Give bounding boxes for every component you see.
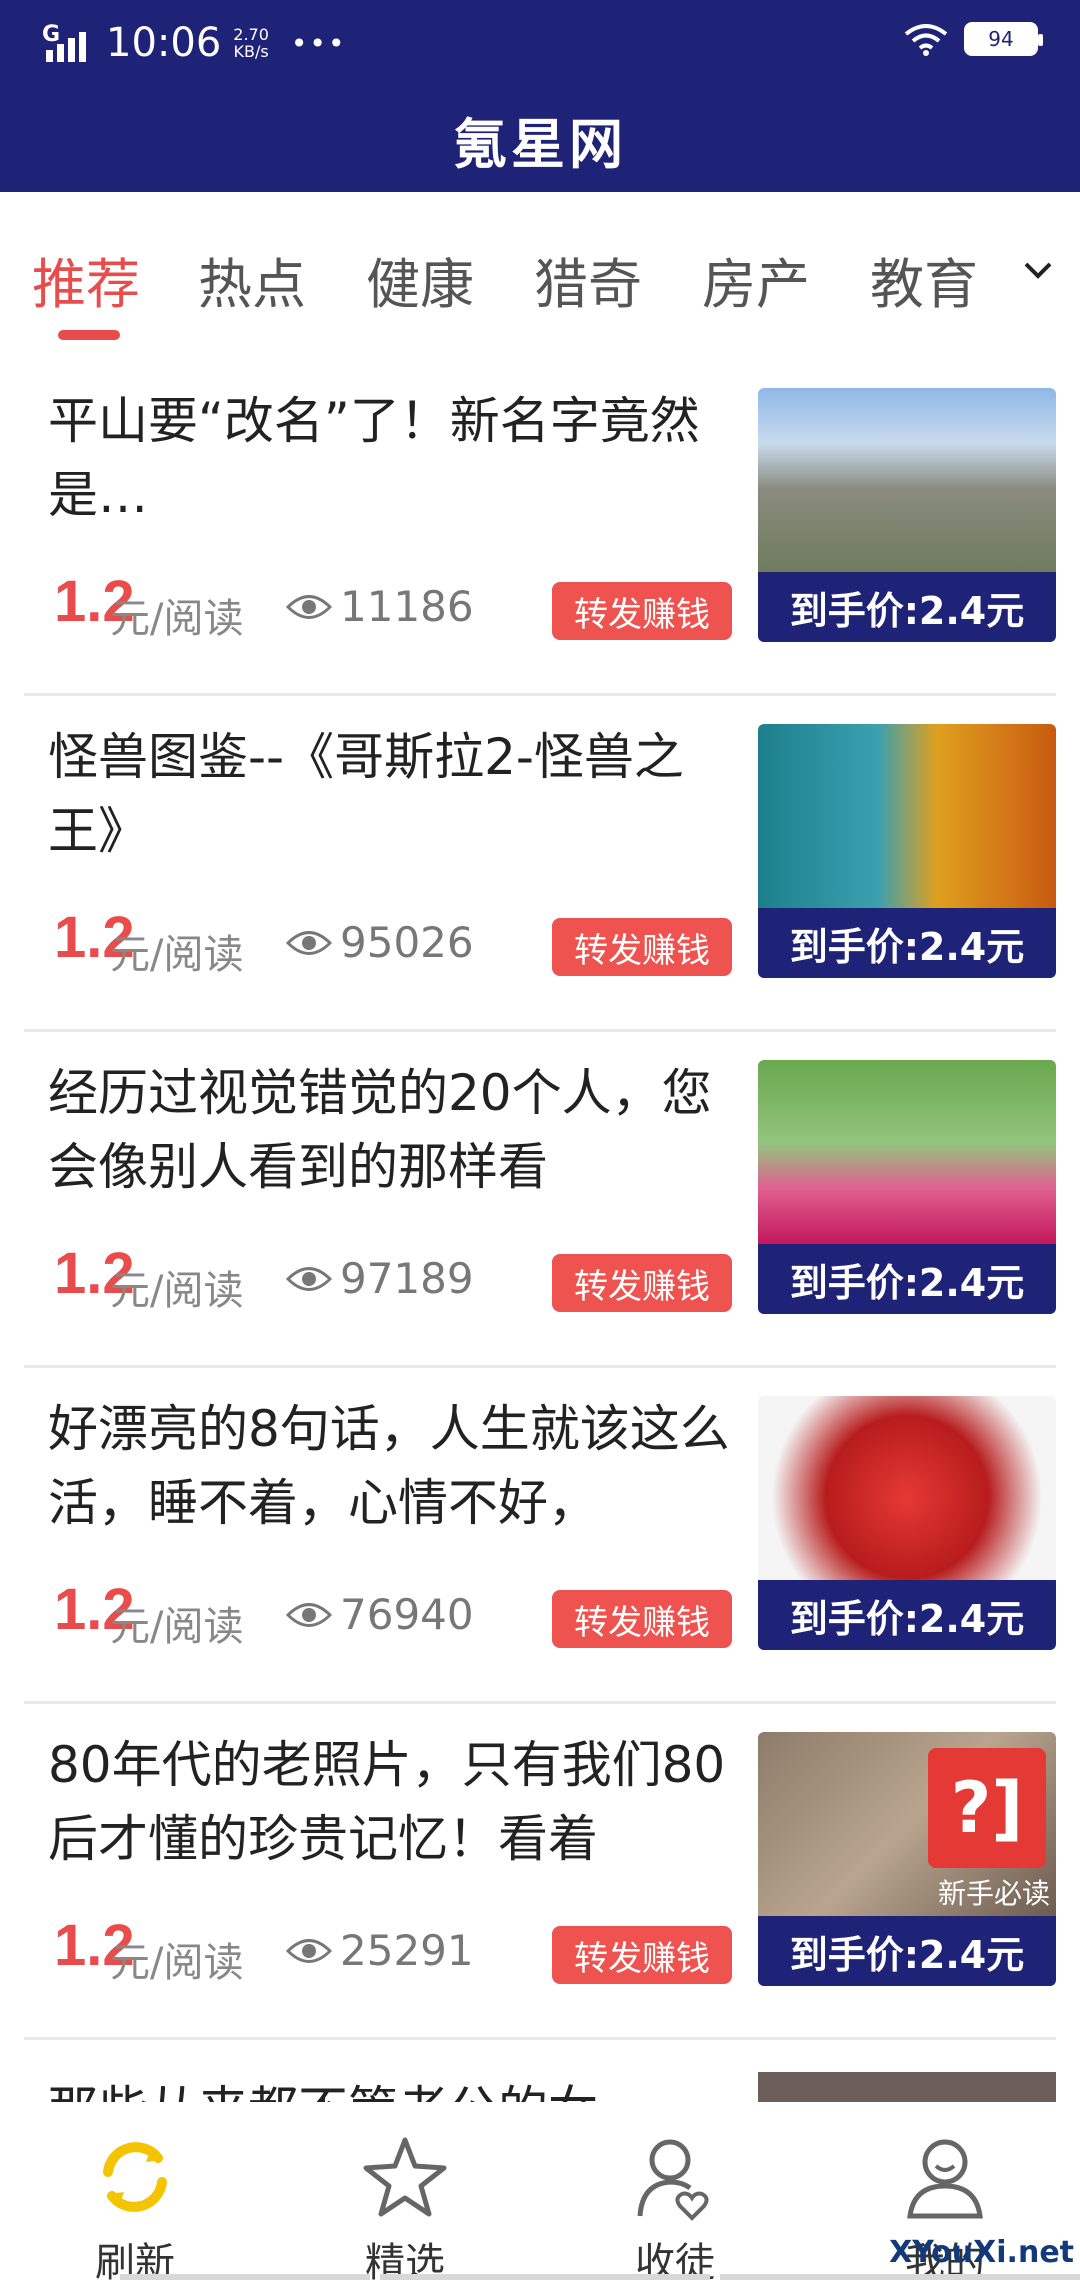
reward-unit: 元/阅读 [110, 1940, 244, 1986]
active-tab-indicator [58, 330, 120, 340]
newbie-guide-badge[interactable]: ?] [928, 1748, 1046, 1868]
nav-refresh[interactable]: 刷新 [0, 2118, 270, 2286]
status-time: 10:06 [106, 20, 222, 66]
refresh-icon [103, 2142, 167, 2212]
eye-icon [286, 1267, 332, 1291]
eye-icon [286, 931, 332, 955]
article-title: 平山要“改名”了！新名字竟然是… [48, 392, 700, 524]
view-count: 25291 [340, 1926, 474, 1975]
view-count: 97189 [340, 1254, 474, 1303]
category-tabs: 推荐 热点 健康 猎奇 房产 教育 [0, 192, 1080, 360]
battery-icon: 94 [964, 22, 1043, 56]
speed-unit: KB/s [233, 42, 269, 61]
battery-level: 94 [988, 27, 1014, 51]
tab-real-estate[interactable]: 房产 [702, 240, 810, 319]
article-title: 怪兽图鉴--《哥斯拉2-怪兽之王》 [48, 728, 684, 860]
reward-unit: 元/阅读 [110, 596, 244, 642]
star-icon [363, 2137, 447, 2217]
more-notifications-icon: ••• [290, 26, 347, 60]
nav-indicator [380, 2274, 710, 2280]
bottom-navigation: 刷新 精选 收徒 我的 XYouXi.net [0, 2112, 1080, 2286]
article-card[interactable]: 经历过视觉错觉的20个人，您会像别人看到的那样看 1.2 元/阅读 97189 … [24, 1032, 1056, 1368]
share-earn-button[interactable]: 转发赚钱 [552, 1590, 732, 1648]
view-count: 95026 [340, 918, 474, 967]
status-bar-right: 94 [904, 22, 1043, 56]
article-card[interactable]: 好漂亮的8句话，人生就该这么活，睡不着，心情不好， 1.2 元/阅读 76940… [24, 1368, 1056, 1704]
newbie-guide-label: 新手必读 [937, 1877, 1050, 1910]
article-thumbnail[interactable]: 到手价:2.4元 [758, 1396, 1056, 1650]
reward-unit: 元/阅读 [110, 1604, 244, 1650]
speed-value: 2.70 [233, 25, 269, 44]
app-header: G 10:06 2.70 KB/s ••• 94 氪星网 [0, 0, 1080, 192]
share-earn-button[interactable]: 转发赚钱 [552, 1926, 732, 1984]
nav-recruit[interactable]: 收徒 [540, 2118, 810, 2286]
view-count: 11186 [340, 582, 474, 631]
thumbnail-image [758, 388, 1056, 572]
eye-icon [286, 1603, 332, 1627]
status-bar-left: G 10:06 2.70 KB/s ••• [42, 20, 346, 66]
thumbnail-image [758, 724, 1056, 908]
share-earn-button[interactable]: 转发赚钱 [552, 1254, 732, 1312]
share-earn-button[interactable]: 转发赚钱 [552, 918, 732, 976]
article-title: 80年代的老照片，只有我们80后才懂的珍贵记忆！看着 [48, 1736, 726, 1868]
nav-featured[interactable]: 精选 [270, 2118, 540, 2286]
article-thumbnail[interactable]: 到手价:2.4元 [758, 388, 1056, 642]
chevron-down-icon[interactable] [1018, 250, 1058, 290]
reward-unit: 元/阅读 [110, 1268, 244, 1314]
article-card[interactable]: 平山要“改名”了！新名字竟然是… 1.2 元/阅读 11186 转发赚钱 到手价… [24, 360, 1056, 696]
article-thumbnail-partial[interactable] [758, 2072, 1056, 2102]
wifi-icon [904, 24, 948, 56]
article-title: 经历过视觉错觉的20个人，您会像别人看到的那样看 [48, 1064, 712, 1196]
nav-indicator [720, 2274, 1080, 2280]
article-card[interactable]: 怪兽图鉴--《哥斯拉2-怪兽之王》 1.2 元/阅读 95026 转发赚钱 到手… [24, 696, 1056, 1032]
user-heart-icon [637, 2139, 709, 2221]
tab-education[interactable]: 教育 [870, 240, 978, 319]
thumbnail-price: 到手价:2.4元 [758, 1244, 1056, 1314]
share-earn-button[interactable]: 转发赚钱 [552, 582, 732, 640]
thumbnail-image [758, 1396, 1056, 1580]
tab-curiosity[interactable]: 猎奇 [534, 240, 642, 319]
thumbnail-price: 到手价:2.4元 [758, 908, 1056, 978]
thumbnail-price: 到手价:2.4元 [758, 572, 1056, 642]
signal-icon: G [42, 22, 94, 64]
article-title-partial[interactable]: 那些从来都不管老公的女 [48, 2070, 648, 2102]
article-thumbnail[interactable]: 到手价:2.4元 [758, 1060, 1056, 1314]
article-card[interactable]: 80年代的老照片，只有我们80后才懂的珍贵记忆！看着 1.2 元/阅读 2529… [24, 1704, 1056, 2040]
article-thumbnail[interactable]: 到手价:2.4元 [758, 724, 1056, 978]
reward-unit: 元/阅读 [110, 932, 244, 978]
eye-icon [286, 1939, 332, 1963]
thumbnail-price: 到手价:2.4元 [758, 1916, 1056, 1986]
view-count: 76940 [340, 1590, 474, 1639]
tab-health[interactable]: 健康 [366, 240, 474, 319]
article-thumbnail[interactable]: ?] 新手必读 到手价:2.4元 [758, 1732, 1056, 1986]
thumbnail-image [758, 1060, 1056, 1244]
user-icon [907, 2139, 983, 2219]
watermark: XYouXi.net [889, 2235, 1074, 2270]
thumbnail-price: 到手价:2.4元 [758, 1580, 1056, 1650]
tab-hot[interactable]: 热点 [198, 240, 306, 319]
nav-indicator [120, 2274, 370, 2280]
network-speed: 2.70 KB/s [233, 26, 269, 60]
article-title: 好漂亮的8句话，人生就该这么活，睡不着，心情不好， [48, 1400, 730, 1532]
eye-icon [286, 595, 332, 619]
page-title: 氪星网 [453, 113, 627, 176]
tab-recommend[interactable]: 推荐 [32, 240, 140, 319]
